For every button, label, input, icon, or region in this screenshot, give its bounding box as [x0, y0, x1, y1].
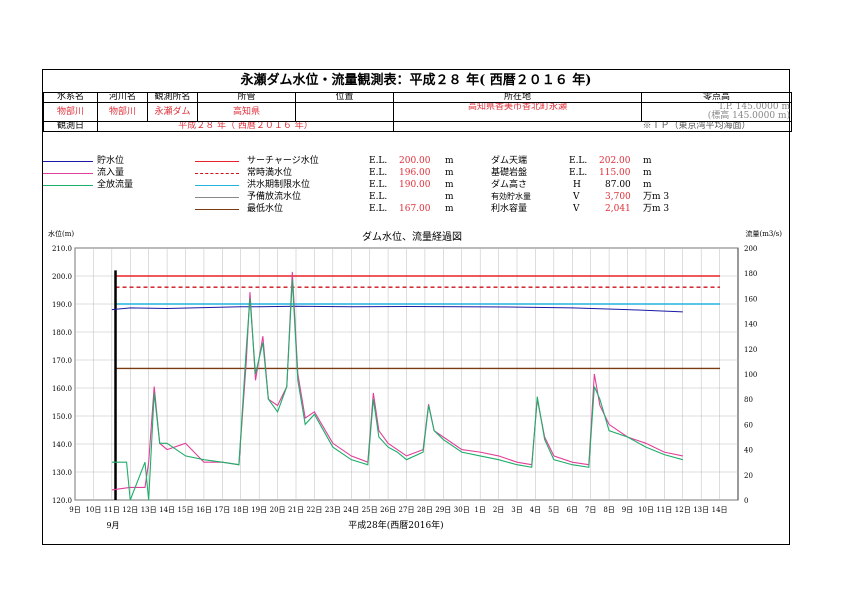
x-tick-label: 18日: [233, 506, 249, 514]
y2-tick-label: 80: [744, 396, 753, 404]
x-tick-label: 30日: [454, 506, 470, 514]
x-tick-label: 24日: [343, 506, 359, 514]
month-label: 9月: [106, 521, 119, 530]
x-tick-label: 14日: [159, 506, 175, 514]
y-tick-label: 120.0: [52, 497, 72, 505]
y2-axis-label: 流量(m3/s): [745, 229, 782, 238]
x-tick-label: 16日: [196, 506, 212, 514]
x-tick-label: 15日: [178, 506, 194, 514]
y-tick-label: 170.0: [52, 357, 72, 365]
x-tick-label: 10日: [638, 506, 654, 514]
x-tick-label: 25日: [362, 506, 378, 514]
x-tick-label: 27日: [399, 506, 415, 514]
x-tick-label: 17日: [214, 506, 230, 514]
chart-svg: ダム水位、流量経過図 水位(m) 流量(m3/s) 9月 平成28年(西暦201…: [48, 229, 782, 531]
x-tick-label: 1日: [474, 506, 485, 514]
y-tick-label: 180.0: [52, 329, 72, 337]
x-tick-label: 5日: [548, 506, 559, 514]
x-tick-label: 20日: [270, 506, 286, 514]
x-tick-label: 7日: [585, 506, 596, 514]
y-tick-label: 140.0: [52, 441, 72, 449]
x-tick-label: 9日: [69, 506, 80, 514]
x-tick-label: 23日: [325, 506, 341, 514]
x-tick-label: 9日: [622, 506, 633, 514]
y2-tick-label: 120: [744, 346, 757, 354]
y2-tick-label: 0: [744, 497, 748, 505]
y-tick-label: 150.0: [52, 413, 72, 421]
x-tick-label: 12日: [675, 506, 691, 514]
y-tick-label: 210.0: [52, 245, 72, 253]
x-tick-label: 4日: [530, 506, 541, 514]
x-tick-label: 19日: [251, 506, 267, 514]
x-tick-label: 11日: [656, 506, 672, 514]
y-tick-label: 200.0: [52, 273, 72, 281]
y2-tick-label: 180: [744, 270, 757, 278]
x-tick-label: 13日: [693, 506, 709, 514]
x-tick-label: 22日: [306, 506, 322, 514]
chart-title: ダム水位、流量経過図: [362, 230, 462, 243]
x-tick-label: 2日: [493, 506, 504, 514]
y2-tick-label: 160: [744, 295, 757, 303]
x-tick-label: 13日: [141, 506, 157, 514]
x-tick-label: 10日: [85, 506, 101, 514]
x-axis-label: 平成28年(西暦2016年): [348, 519, 443, 531]
y-axis-label: 水位(m): [48, 229, 74, 238]
x-tick-label: 26日: [380, 506, 396, 514]
y2-tick-label: 140: [744, 321, 757, 329]
y2-tick-label: 20: [744, 472, 753, 480]
y-tick-label: 130.0: [52, 469, 72, 477]
x-tick-label: 21日: [288, 506, 304, 514]
x-tick-label: 12日: [122, 506, 138, 514]
y-tick-label: 190.0: [52, 301, 72, 309]
y2-tick-label: 40: [744, 447, 753, 455]
x-tick-label: 6日: [567, 506, 578, 514]
x-tick-label: 8日: [603, 506, 614, 514]
y-tick-label: 160.0: [52, 385, 72, 393]
y2-tick-label: 60: [744, 421, 753, 429]
x-tick-label: 11日: [104, 506, 120, 514]
x-tick-label: 3日: [511, 506, 522, 514]
y2-tick-label: 200: [744, 245, 757, 253]
x-tick-label: 28日: [417, 506, 433, 514]
x-tick-label: 14日: [712, 506, 728, 514]
y2-tick-label: 100: [744, 371, 757, 379]
x-tick-label: 29日: [435, 506, 451, 514]
